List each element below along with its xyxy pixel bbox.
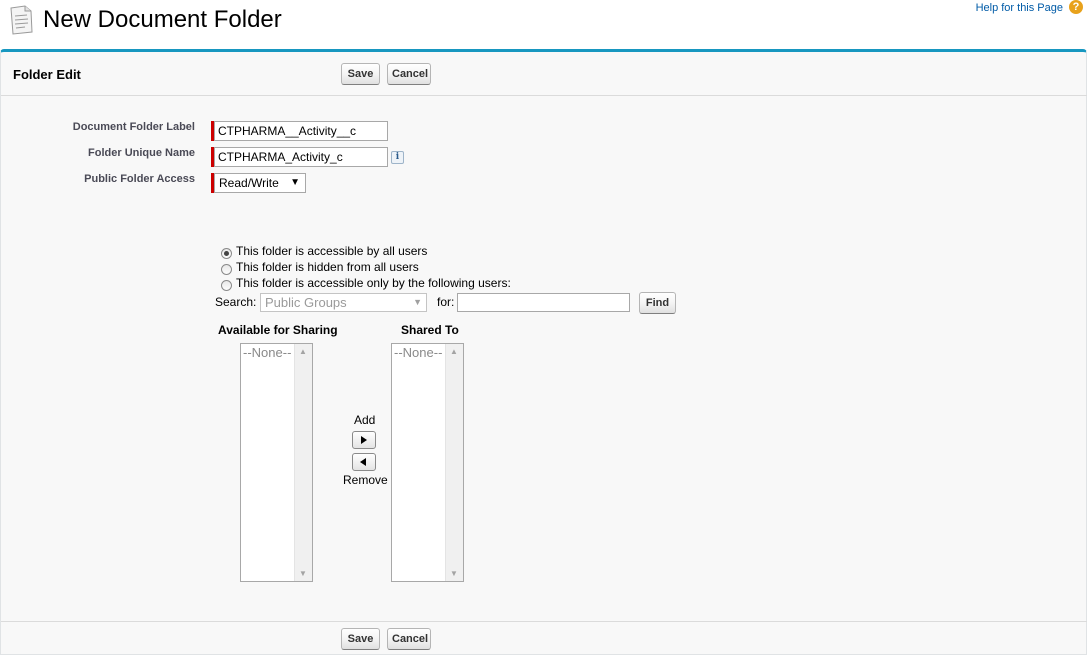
radio-hidden-all-label: This folder is hidden from all users bbox=[236, 260, 419, 274]
find-button[interactable]: Find bbox=[639, 292, 676, 314]
search-input[interactable] bbox=[457, 293, 630, 312]
scroll-up-icon[interactable]: ▲ bbox=[299, 347, 307, 356]
info-icon[interactable]: i bbox=[391, 151, 404, 164]
section-title: Folder Edit bbox=[13, 67, 81, 82]
search-type-select[interactable]: Public Groups ▼ bbox=[260, 293, 427, 312]
scroll-up-icon[interactable]: ▲ bbox=[450, 347, 458, 356]
available-for-sharing-list[interactable]: --None-- ▲ ▼ bbox=[240, 343, 313, 582]
search-type-value: Public Groups bbox=[265, 295, 347, 310]
arrow-left-icon bbox=[360, 458, 366, 466]
document-folder-icon bbox=[10, 5, 33, 35]
document-folder-label-input[interactable]: CTPHARMA__Activity__c bbox=[214, 121, 388, 141]
arrow-right-icon bbox=[361, 436, 367, 444]
folder-edit-panel bbox=[0, 49, 1087, 655]
chevron-down-icon: ▼ bbox=[413, 297, 422, 307]
scrollbar[interactable]: ▲ ▼ bbox=[445, 344, 463, 581]
shared-to-list[interactable]: --None-- ▲ ▼ bbox=[391, 343, 464, 582]
remove-button[interactable] bbox=[352, 453, 376, 471]
save-button-top[interactable]: Save bbox=[341, 63, 380, 85]
available-for-sharing-heading: Available for Sharing bbox=[218, 323, 338, 337]
chevron-down-icon: ▼ bbox=[290, 177, 300, 188]
header-divider bbox=[1, 95, 1087, 96]
list-item[interactable]: --None-- bbox=[243, 345, 291, 360]
radio-accessible-all[interactable] bbox=[221, 248, 232, 259]
shared-to-heading: Shared To bbox=[401, 323, 459, 337]
scroll-down-icon[interactable]: ▼ bbox=[450, 569, 458, 578]
footer-divider bbox=[1, 621, 1087, 622]
cancel-button-bottom[interactable]: Cancel bbox=[387, 628, 431, 650]
public-folder-access-value: Read/Write bbox=[219, 176, 279, 190]
public-folder-access-select[interactable]: Read/Write ▼ bbox=[214, 173, 306, 193]
add-label: Add bbox=[354, 413, 376, 427]
search-label: Search: bbox=[215, 295, 257, 309]
cancel-button-top[interactable]: Cancel bbox=[387, 63, 431, 85]
page-title: New Document Folder bbox=[43, 6, 282, 33]
list-item[interactable]: --None-- bbox=[394, 345, 442, 360]
radio-hidden-all[interactable] bbox=[221, 264, 232, 275]
help-icon[interactable]: ? bbox=[1069, 0, 1083, 14]
scroll-down-icon[interactable]: ▼ bbox=[299, 569, 307, 578]
radio-accessible-some-label: This folder is accessible only by the fo… bbox=[236, 276, 511, 290]
add-button[interactable] bbox=[352, 431, 376, 449]
save-button-bottom[interactable]: Save bbox=[341, 628, 380, 650]
for-label: for: bbox=[437, 295, 455, 309]
scrollbar[interactable]: ▲ ▼ bbox=[294, 344, 312, 581]
radio-accessible-all-label: This folder is accessible by all users bbox=[236, 244, 428, 258]
public-folder-access-label: Public Folder Access bbox=[84, 173, 195, 185]
folder-unique-name-input[interactable]: CTPHARMA_Activity_c bbox=[214, 147, 388, 167]
help-link[interactable]: Help for this Page bbox=[976, 2, 1063, 14]
folder-unique-name-label: Folder Unique Name bbox=[88, 147, 195, 159]
document-folder-label-label: Document Folder Label bbox=[72, 121, 195, 133]
radio-accessible-some[interactable] bbox=[221, 280, 232, 291]
remove-label: Remove bbox=[343, 473, 388, 487]
